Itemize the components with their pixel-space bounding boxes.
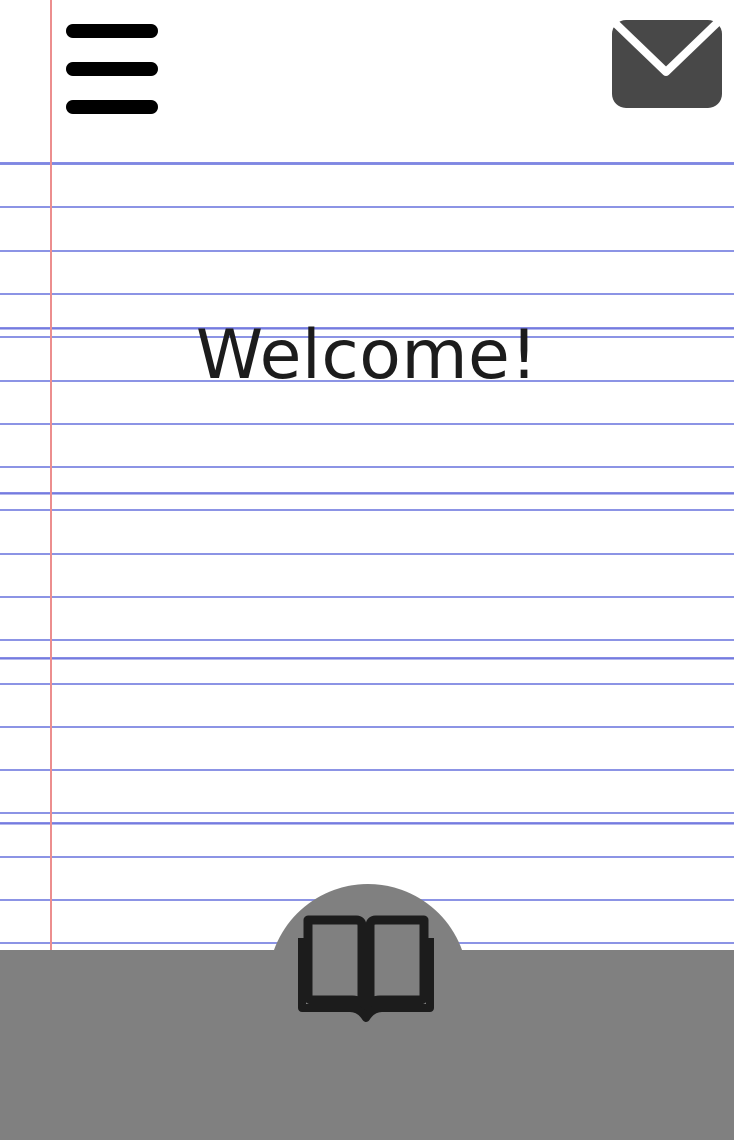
rule-line	[0, 683, 734, 685]
envelope-icon	[611, 19, 722, 108]
menu-button[interactable]	[64, 22, 162, 118]
rule-line	[0, 769, 734, 771]
rule-line	[0, 856, 734, 858]
notebook-paper-background	[0, 0, 734, 950]
rule-line	[0, 553, 734, 555]
welcome-heading: Welcome!	[195, 316, 539, 395]
rule-line	[0, 293, 734, 295]
rule-line	[0, 206, 734, 208]
rule-line	[0, 812, 734, 814]
open-book-icon	[298, 915, 434, 1022]
rule-line	[0, 466, 734, 468]
rule-line	[0, 423, 734, 425]
rule-line	[0, 726, 734, 728]
margin-line	[50, 0, 52, 950]
rule-line	[0, 163, 734, 165]
rule-line	[0, 250, 734, 252]
mail-button[interactable]	[610, 19, 724, 110]
rule-line	[0, 639, 734, 641]
ruled-lines	[0, 0, 734, 950]
rule-line	[0, 596, 734, 598]
rule-line	[0, 509, 734, 511]
